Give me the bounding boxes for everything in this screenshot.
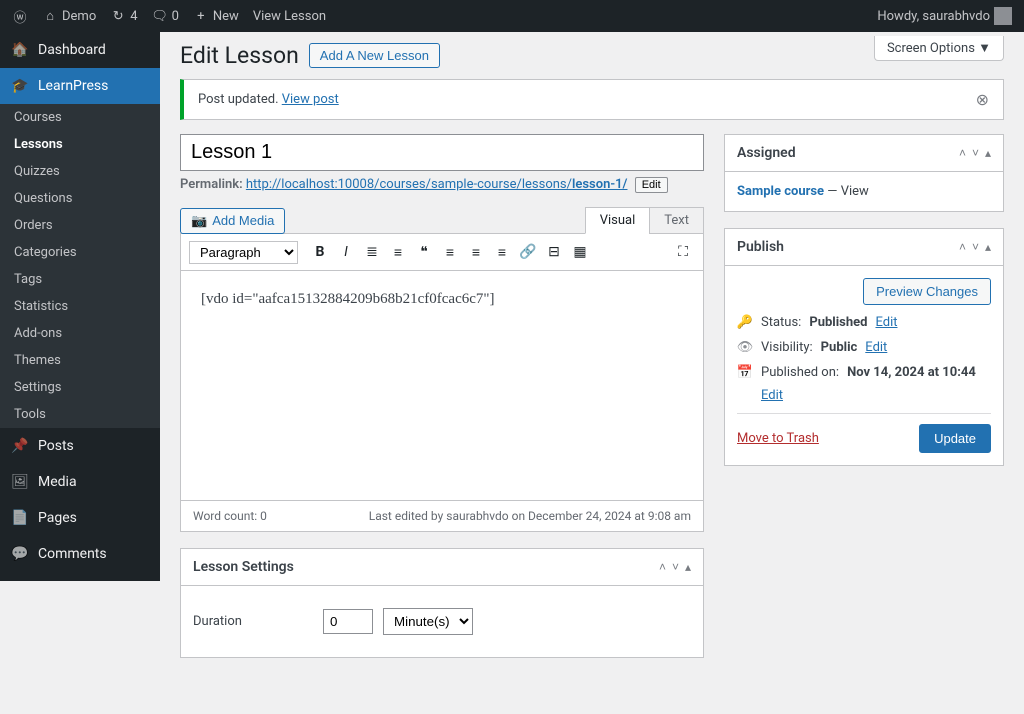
submenu-quizzes[interactable]: Quizzes (0, 158, 160, 185)
eye-icon: 👁 (737, 340, 753, 355)
submenu-questions[interactable]: Questions (0, 185, 160, 212)
edit-permalink-button[interactable]: Edit (635, 177, 668, 193)
move-down-icon[interactable]: ˅ (972, 240, 979, 254)
move-up-icon[interactable]: ˄ (659, 560, 666, 574)
learnpress-submenu: Courses Lessons Quizzes Questions Orders… (0, 104, 160, 428)
comments-link[interactable]: 🗨0 (152, 8, 179, 24)
permalink-link[interactable]: http://localhost:10008/courses/sample-co… (246, 177, 628, 192)
menu-comments[interactable]: 💬Comments (0, 536, 160, 572)
comment-icon: 🗨 (152, 8, 168, 24)
menu-learnpress[interactable]: 🎓LearnPress (0, 68, 160, 104)
readmore-button[interactable]: ⊟ (542, 240, 566, 264)
blockquote-button[interactable]: ❝ (412, 240, 436, 264)
permalink-row: Permalink: http://localhost:10008/course… (180, 177, 704, 193)
submenu-tags[interactable]: Tags (0, 266, 160, 293)
cap-icon: 🎓 (10, 76, 30, 96)
edit-date-link[interactable]: Edit (761, 388, 783, 403)
media-icon: 🖼 (10, 472, 30, 492)
comment-icon: 💬 (10, 544, 30, 564)
calendar-icon: 📅 (737, 365, 753, 380)
assigned-heading: Assigned (737, 145, 796, 161)
view-post-link[interactable]: View post (282, 92, 339, 107)
fullscreen-button[interactable]: ⛶ (671, 240, 695, 264)
wp-logo[interactable]: ⓦ (12, 8, 28, 24)
edit-visibility-link[interactable]: Edit (865, 340, 887, 355)
move-down-icon[interactable]: ˅ (672, 560, 679, 574)
update-icon: ↻ (110, 8, 126, 24)
last-edited: Last edited by saurabhvdo on December 24… (369, 509, 691, 523)
admin-sidebar: 🏠Dashboard 🎓LearnPress Courses Lessons Q… (0, 32, 160, 581)
update-button[interactable]: Update (919, 424, 991, 453)
add-new-lesson-button[interactable]: Add A New Lesson (309, 43, 440, 68)
align-center-button[interactable]: ≡ (464, 240, 488, 264)
align-right-button[interactable]: ≡ (490, 240, 514, 264)
main-content: Edit Lesson Add A New Lesson Screen Opti… (160, 32, 1024, 714)
link-button[interactable]: 🔗 (516, 240, 540, 264)
lesson-settings-heading: Lesson Settings (193, 559, 294, 575)
menu-media[interactable]: 🖼Media (0, 464, 160, 500)
admin-toolbar: ⓦ ⌂Demo ↻4 🗨0 +New View Lesson Howdy, sa… (0, 0, 1024, 32)
submenu-addons[interactable]: Add-ons (0, 320, 160, 347)
lesson-title-input[interactable] (180, 134, 704, 171)
bold-button[interactable]: B (308, 240, 332, 264)
submenu-categories[interactable]: Categories (0, 239, 160, 266)
menu-dashboard[interactable]: 🏠Dashboard (0, 32, 160, 68)
new-content-link[interactable]: +New (193, 8, 239, 24)
duration-input[interactable] (323, 609, 373, 634)
home-icon: ⌂ (42, 8, 58, 24)
plus-icon: + (193, 8, 209, 24)
view-lesson-link[interactable]: View Lesson (253, 9, 326, 24)
assigned-course-link[interactable]: Sample course (737, 184, 824, 199)
submenu-tools[interactable]: Tools (0, 401, 160, 428)
toolbar-toggle-button[interactable]: ▦ (568, 240, 592, 264)
submenu-orders[interactable]: Orders (0, 212, 160, 239)
submenu-statistics[interactable]: Statistics (0, 293, 160, 320)
preview-changes-button[interactable]: Preview Changes (863, 278, 991, 305)
avatar (994, 7, 1012, 25)
duration-unit-select[interactable]: Minute(s) (383, 608, 473, 635)
camera-icon: 📷 (191, 213, 207, 229)
tab-text[interactable]: Text (649, 207, 704, 234)
gauge-icon: 🏠 (10, 40, 30, 60)
italic-button[interactable]: I (334, 240, 358, 264)
move-up-icon[interactable]: ˄ (959, 240, 966, 254)
editor-content[interactable]: [vdo id="aafca15132884209b68b21cf0fcac6c… (180, 271, 704, 501)
submenu-lessons[interactable]: Lessons (0, 131, 160, 158)
howdy-account[interactable]: Howdy, saurabhvdo (877, 7, 1012, 25)
toggle-panel-icon[interactable]: ▴ (685, 560, 691, 574)
submenu-themes[interactable]: Themes (0, 347, 160, 374)
submenu-settings[interactable]: Settings (0, 374, 160, 401)
page-title: Edit Lesson (180, 42, 299, 69)
edit-status-link[interactable]: Edit (875, 315, 897, 330)
pin-icon: 📌 (10, 436, 30, 456)
word-count: Word count: 0 (193, 509, 267, 523)
menu-appearance[interactable]: 🖌Appearance (0, 572, 160, 581)
tab-visual[interactable]: Visual (585, 207, 651, 234)
numbered-list-button[interactable]: ≡ (386, 240, 410, 264)
move-up-icon[interactable]: ˄ (959, 146, 966, 160)
format-select[interactable]: Paragraph (189, 241, 298, 264)
screen-options-toggle[interactable]: Screen Options ▼ (874, 36, 1004, 61)
updated-notice: Post updated. View post ⊗ (180, 79, 1004, 120)
publish-heading: Publish (737, 239, 784, 255)
align-left-button[interactable]: ≡ (438, 240, 462, 264)
submenu-courses[interactable]: Courses (0, 104, 160, 131)
site-name-link[interactable]: ⌂Demo (42, 8, 96, 24)
dismiss-notice-button[interactable]: ⊗ (976, 90, 989, 109)
bullet-list-button[interactable]: ≣ (360, 240, 384, 264)
toggle-panel-icon[interactable]: ▴ (985, 146, 991, 160)
editor-toolbar: Paragraph B I ≣ ≡ ❝ ≡ ≡ ≡ 🔗 ⊟ ▦ ⛶ (180, 233, 704, 271)
menu-pages[interactable]: 📄Pages (0, 500, 160, 536)
key-icon: 🔑 (737, 315, 753, 330)
move-down-icon[interactable]: ˅ (972, 146, 979, 160)
toggle-panel-icon[interactable]: ▴ (985, 240, 991, 254)
menu-posts[interactable]: 📌Posts (0, 428, 160, 464)
duration-label: Duration (193, 614, 313, 629)
add-media-button[interactable]: 📷Add Media (180, 208, 285, 234)
move-to-trash-link[interactable]: Move to Trash (737, 431, 819, 446)
page-icon: 📄 (10, 508, 30, 528)
updates-link[interactable]: ↻4 (110, 8, 137, 24)
